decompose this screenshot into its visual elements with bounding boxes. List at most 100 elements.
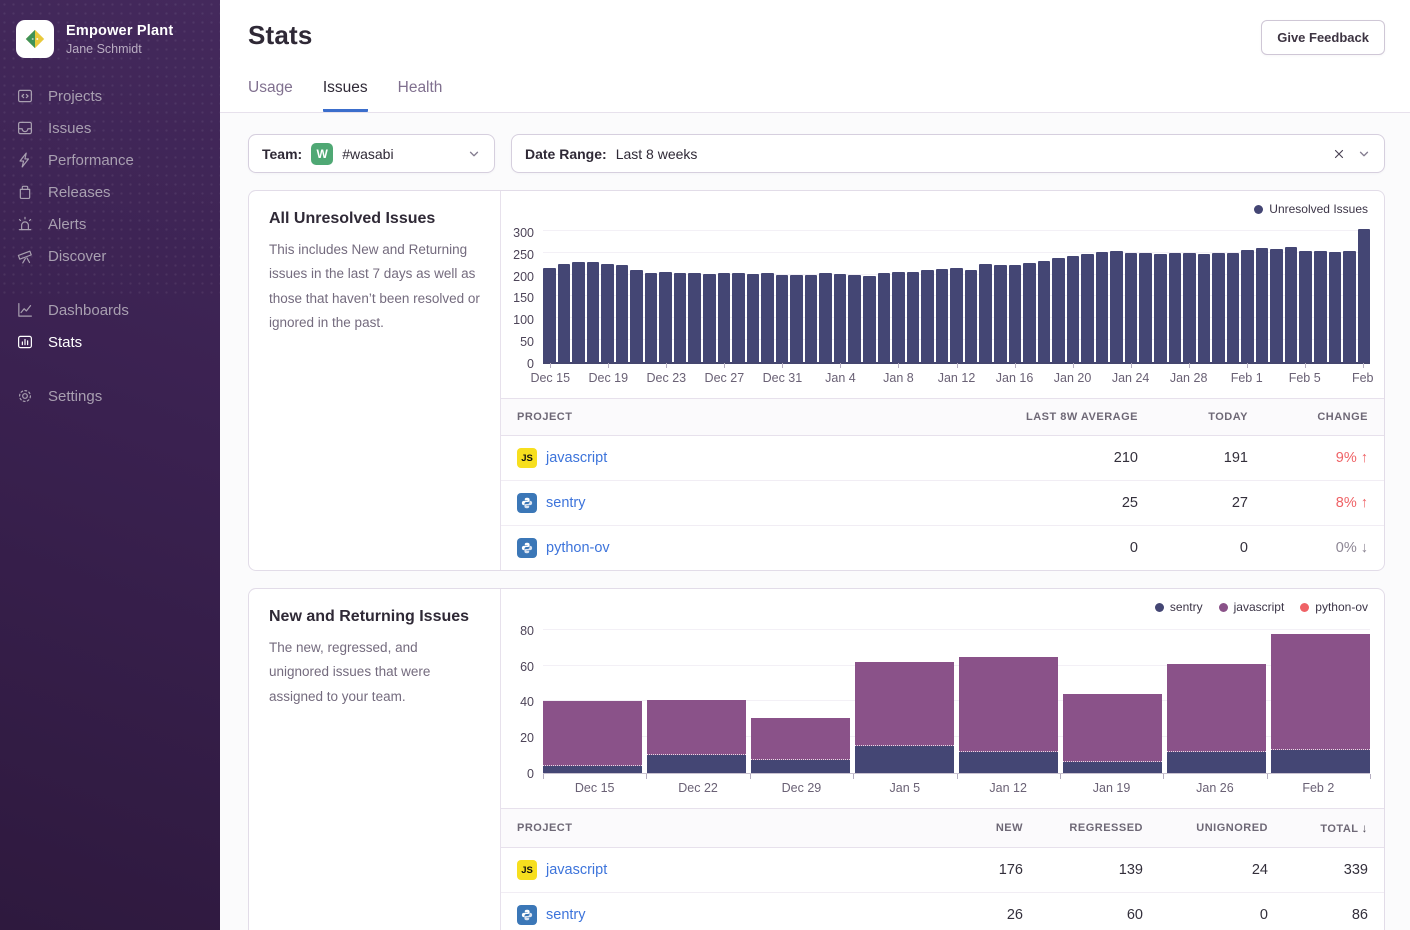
bar-segment-javascript (1063, 694, 1162, 762)
x-axis-tick-label: Jan 16 (996, 371, 1034, 385)
sidebar-item-label: Discover (48, 248, 106, 265)
column-header-label: Unignored (1196, 822, 1268, 834)
legend-item-python-ov[interactable]: python-ov (1300, 600, 1368, 614)
legend-label: sentry (1170, 600, 1203, 614)
x-axis-tick-label: Dec 22 (678, 781, 718, 795)
x-axis-tick-label: Jan 26 (1196, 781, 1234, 795)
bar-segment-sentry (543, 766, 642, 773)
sidebar-item-performance[interactable]: Performance (16, 144, 204, 176)
sidebar-item-projects[interactable]: Projects (16, 80, 204, 112)
column-header-today: Today (1154, 399, 1264, 436)
today-value: 0 (1154, 526, 1264, 571)
bar (863, 276, 876, 362)
y-axis-tick-label: 200 (513, 270, 534, 284)
bar (1139, 253, 1152, 362)
table-row: sentry25278% ↑ (501, 481, 1384, 526)
y-axis: 020406080 (501, 622, 543, 774)
project-link[interactable]: javascript (546, 862, 607, 878)
unresolved-issues-table: Project Last 8w AverageTodayChange JS javas… (501, 398, 1384, 570)
bar (790, 275, 803, 362)
x-axis-tick-label: Dec 15 (575, 781, 615, 795)
bar (1227, 253, 1240, 362)
stats-tabs: Usage Issues Health (248, 79, 1385, 112)
bar (703, 274, 716, 362)
sidebar-item-issues[interactable]: Issues (16, 112, 204, 144)
sidebar-item-dashboards[interactable]: Dashboards (16, 294, 204, 326)
sidebar-item-settings[interactable]: Settings (16, 380, 204, 412)
last-8w-average-value: 210 (964, 436, 1154, 481)
org-switcher[interactable]: Empower Plant Jane Schmidt (0, 0, 220, 80)
bar (1183, 253, 1196, 362)
chart-legend: Unresolved Issues (501, 200, 1370, 218)
bar (1038, 261, 1051, 362)
date-range-selector[interactable]: Date Range: Last 8 weeks (511, 134, 1385, 173)
bar (776, 275, 789, 363)
bar (645, 273, 658, 362)
sort-descending-icon: ↓ (1362, 821, 1369, 835)
column-header-change: Change (1264, 399, 1384, 436)
bar-segment-sentry (647, 755, 746, 773)
legend-label: Unresolved Issues (1269, 202, 1368, 216)
column-header-project: Project (501, 399, 964, 436)
stacked-bar (959, 657, 1058, 773)
legend-label: javascript (1234, 600, 1285, 614)
column-header-total[interactable]: Total↓ (1284, 809, 1384, 848)
panel-left: New and Returning Issues The new, regres… (249, 589, 501, 930)
table-header-row: Project Last 8w AverageTodayChange (501, 399, 1384, 436)
bar (718, 273, 731, 362)
chevron-down-icon (467, 147, 481, 161)
team-selector[interactable]: Team: W #wasabi (248, 134, 495, 173)
legend-item-javascript[interactable]: javascript (1219, 600, 1285, 614)
tab-issues[interactable]: Issues (323, 79, 368, 112)
column-header-label: Project (517, 411, 572, 423)
sidebar-item-releases[interactable]: Releases (16, 176, 204, 208)
new-returning-issues-chart[interactable]: sentry javascript python-ov 020406080 Dec 15… (501, 589, 1384, 798)
javascript-logo-icon: JS (517, 860, 537, 880)
sidebar-item-discover[interactable]: Discover (16, 240, 204, 272)
project-link[interactable]: sentry (546, 495, 586, 511)
bar (878, 273, 891, 362)
stacked-bar (751, 718, 850, 773)
bar-segment-javascript (1167, 664, 1266, 752)
bar (1125, 253, 1138, 362)
bar (950, 268, 963, 363)
column-header-project: Project (501, 809, 929, 848)
legend-item-sentry[interactable]: sentry (1155, 600, 1203, 614)
chart-legend: sentry javascript python-ov (501, 598, 1370, 616)
change-value: 0% ↓ (1336, 540, 1368, 556)
bar (747, 274, 760, 362)
panel-title: All Unresolved Issues (269, 210, 480, 228)
bar-segment-javascript (647, 700, 746, 755)
project-link[interactable]: sentry (546, 907, 586, 923)
python-logo-icon (517, 905, 537, 925)
sidebar-group: Settings (0, 380, 220, 412)
panel-title: New and Returning Issues (269, 608, 480, 626)
sidebar-item-alerts[interactable]: Alerts (16, 208, 204, 240)
give-feedback-button[interactable]: Give Feedback (1261, 20, 1385, 55)
today-value: 191 (1154, 436, 1264, 481)
clear-icon[interactable] (1332, 147, 1346, 161)
project-link[interactable]: python-ov (546, 540, 610, 556)
legend-item-unresolved-issues[interactable]: Unresolved Issues (1254, 202, 1368, 216)
legend-dot-icon (1219, 603, 1228, 612)
project-link[interactable]: javascript (546, 450, 607, 466)
bar (1067, 256, 1080, 362)
python-logo-icon (517, 493, 537, 513)
issues-icon (16, 119, 34, 137)
tab-usage[interactable]: Usage (248, 79, 293, 112)
stacked-bar (647, 700, 746, 773)
sidebar-item-stats[interactable]: Stats (16, 326, 204, 358)
javascript-logo-icon: JS (517, 448, 537, 468)
bar (1154, 254, 1167, 362)
column-header-last-8w-average: Last 8w Average (964, 399, 1154, 436)
panel-description: This includes New and Returning issues i… (269, 238, 480, 335)
sidebar-item-label: Performance (48, 152, 134, 169)
bar (1169, 253, 1182, 362)
bar (921, 270, 934, 362)
bar (848, 275, 861, 362)
x-axis-tick-label: Jan 24 (1112, 371, 1150, 385)
sidebar: Empower Plant Jane Schmidt ProjectsIssue… (0, 0, 220, 930)
unresolved-issues-chart[interactable]: Unresolved Issues050100150200250300Dec 1… (501, 191, 1384, 388)
y-axis-tick-label: 0 (527, 767, 534, 781)
tab-health[interactable]: Health (398, 79, 443, 112)
